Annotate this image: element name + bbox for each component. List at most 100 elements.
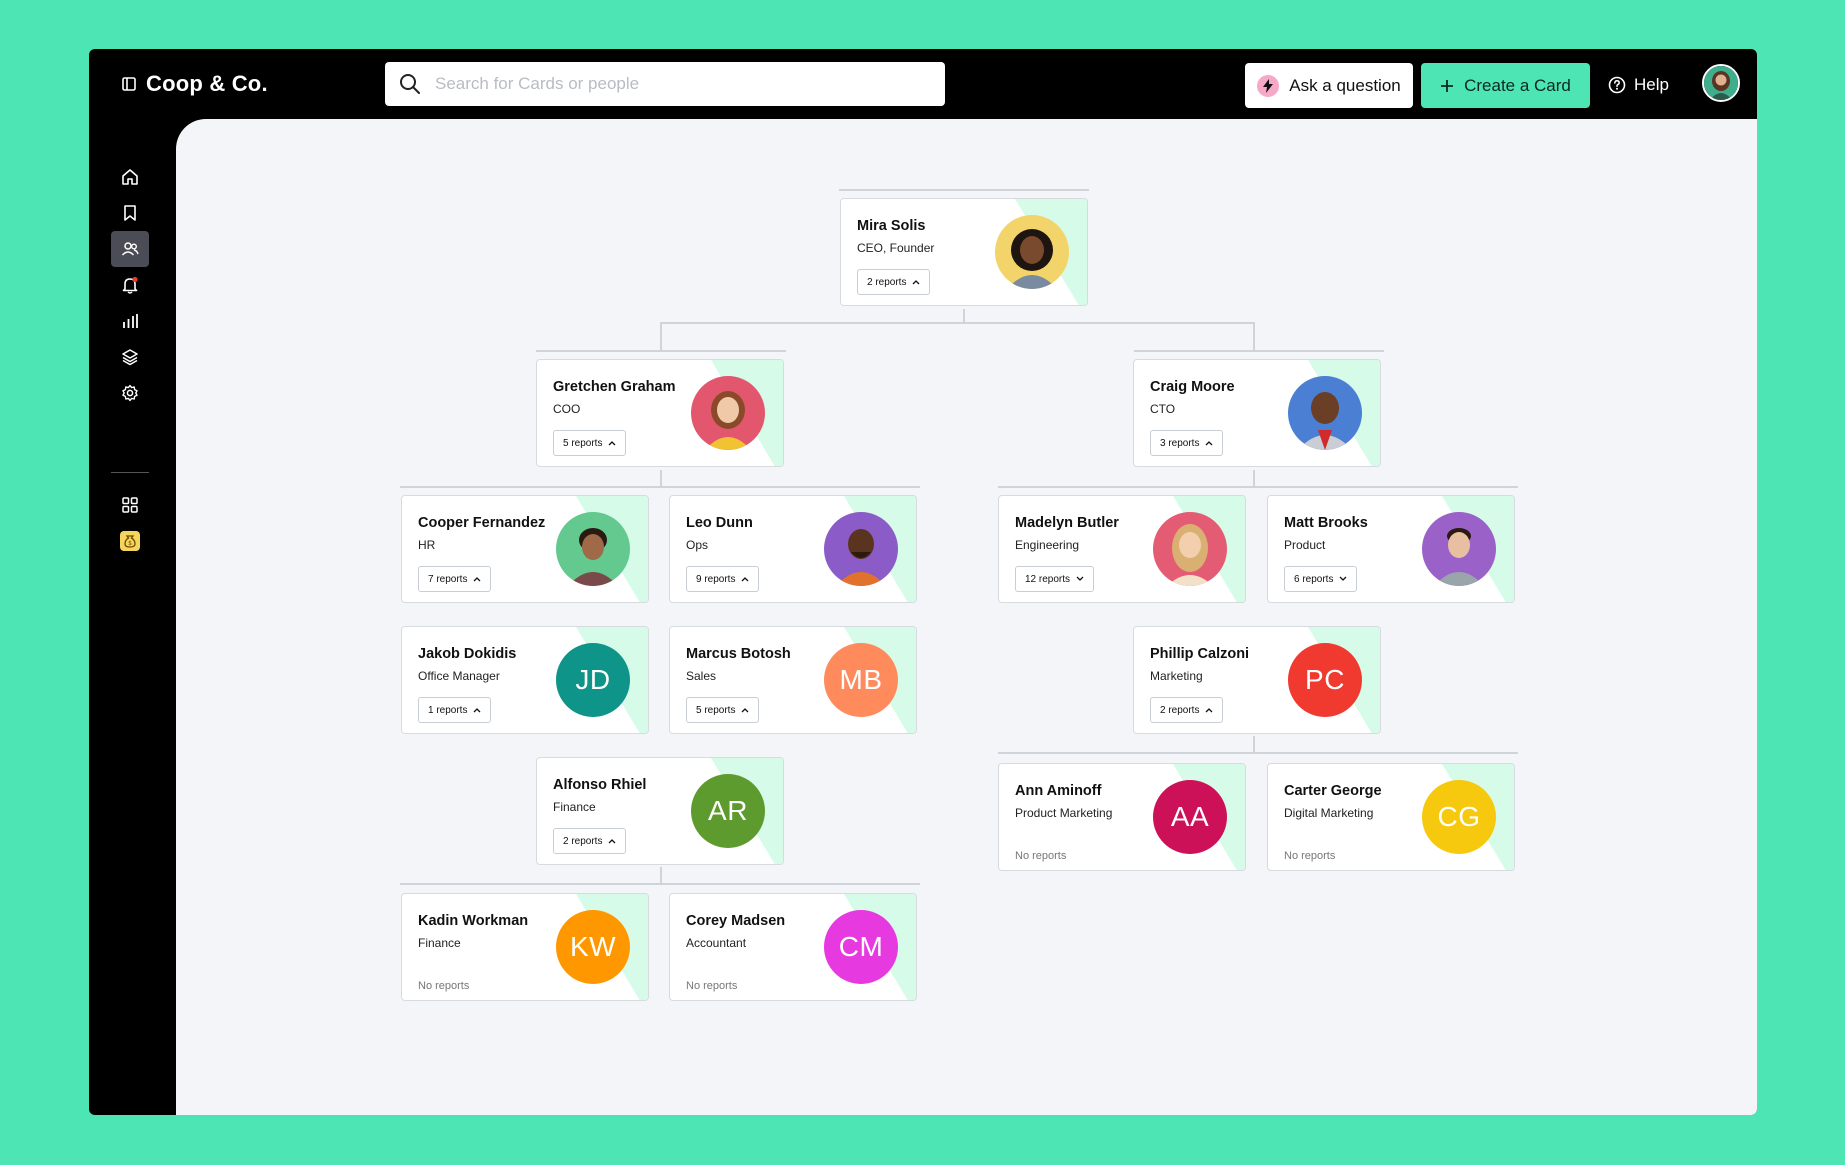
connector-line bbox=[660, 867, 662, 883]
person-name: Cooper Fernandez bbox=[418, 515, 546, 531]
avatar-initials: AR bbox=[691, 774, 765, 848]
avatar-photo bbox=[1422, 512, 1496, 586]
chevron-up-icon bbox=[474, 708, 481, 713]
person-name: Jakob Dokidis bbox=[418, 646, 517, 662]
chevron-up-icon bbox=[913, 280, 920, 285]
chevron-up-icon bbox=[742, 577, 749, 582]
reports-toggle-button[interactable]: 7 reports bbox=[418, 566, 492, 592]
help-circle-icon bbox=[1608, 76, 1626, 94]
sidebar-toggle-icon[interactable] bbox=[122, 77, 136, 91]
person-name: Corey Madsen bbox=[686, 913, 786, 929]
chevron-up-icon bbox=[1206, 441, 1213, 446]
connector-line bbox=[536, 350, 786, 352]
brand-name: Coop & Co. bbox=[146, 71, 268, 96]
reports-toggle-button[interactable]: 5 reports bbox=[553, 430, 627, 456]
person-card-ann-aminoff[interactable]: Ann Aminoff Product Marketing No reports… bbox=[998, 763, 1246, 871]
reports-toggle-button[interactable]: 2 reports bbox=[857, 269, 931, 295]
person-role: Accountant bbox=[686, 936, 747, 950]
people-icon bbox=[121, 242, 139, 256]
person-card-jakob-dokidis[interactable]: Jakob Dokidis Office Manager 1 reports J… bbox=[401, 626, 649, 734]
no-reports-label: No reports bbox=[418, 980, 470, 992]
no-reports-label: No reports bbox=[1284, 850, 1336, 862]
ask-question-label: Ask a question bbox=[1289, 75, 1401, 95]
avatar-photo bbox=[824, 512, 898, 586]
chevron-down-icon bbox=[1340, 576, 1347, 581]
person-name: Alfonso Rhiel bbox=[553, 777, 647, 793]
connector-line bbox=[998, 752, 1518, 754]
bookmark-icon bbox=[124, 205, 136, 221]
sidebar-item-analytics[interactable] bbox=[111, 303, 149, 339]
avatar-photo bbox=[995, 215, 1069, 289]
help-label: Help bbox=[1634, 75, 1669, 94]
person-card-cooper-fernandez[interactable]: Cooper Fernandez HR 7 reports bbox=[401, 495, 649, 603]
person-card-marcus-botosh[interactable]: Marcus Botosh Sales 5 reports MB bbox=[669, 626, 917, 734]
avatar-initials: AA bbox=[1153, 780, 1227, 854]
sidebar-item-notifications[interactable] bbox=[111, 267, 149, 303]
bell-icon bbox=[122, 276, 138, 294]
person-card-madelyn-butler[interactable]: Madelyn Butler Engineering 12 reports bbox=[998, 495, 1246, 603]
person-name: Marcus Botosh bbox=[686, 646, 791, 662]
brand[interactable]: Coop & Co. bbox=[122, 69, 268, 99]
sidebar-item-collections[interactable] bbox=[111, 339, 149, 375]
user-avatar[interactable] bbox=[1702, 64, 1740, 102]
home-icon bbox=[122, 169, 138, 185]
person-card-matt-brooks[interactable]: Matt Brooks Product 6 reports bbox=[1267, 495, 1515, 603]
connector-line bbox=[1253, 736, 1255, 752]
reports-toggle-button[interactable]: 2 reports bbox=[553, 828, 627, 854]
person-card-phillip-calzoni[interactable]: Phillip Calzoni Marketing 2 reports PC bbox=[1133, 626, 1381, 734]
chevron-up-icon bbox=[474, 577, 481, 582]
sidebar-item-home[interactable] bbox=[111, 159, 149, 195]
reports-toggle-button[interactable]: 1 reports bbox=[418, 697, 492, 723]
person-card-alfonso-rhiel[interactable]: Alfonso Rhiel Finance 2 reports AR bbox=[536, 757, 784, 865]
sidebar-item-apps[interactable] bbox=[111, 487, 149, 523]
search-bar[interactable] bbox=[385, 62, 945, 106]
connector-line bbox=[1253, 322, 1255, 350]
sidebar-item-settings[interactable] bbox=[111, 375, 149, 411]
chevron-up-icon bbox=[609, 839, 616, 844]
person-card-carter-george[interactable]: Carter George Digital Marketing No repor… bbox=[1267, 763, 1515, 871]
plus-icon bbox=[1441, 79, 1454, 92]
connector-line bbox=[839, 189, 1089, 191]
avatar-initials: MB bbox=[824, 643, 898, 717]
avatar-initials: CM bbox=[824, 910, 898, 984]
person-card-gretchen-graham[interactable]: Gretchen Graham COO 5 reports bbox=[536, 359, 784, 467]
org-chart-area: Mira Solis CEO, Founder 2 reports Gretch… bbox=[176, 119, 1757, 1115]
connector-line bbox=[660, 470, 662, 486]
chevron-up-icon bbox=[742, 708, 749, 713]
person-name: Ann Aminoff bbox=[1015, 783, 1102, 799]
reports-toggle-button[interactable]: 6 reports bbox=[1284, 566, 1358, 592]
top-bar: Coop & Co. Ask a question Create a Card bbox=[89, 49, 1757, 119]
person-name: Phillip Calzoni bbox=[1150, 646, 1250, 662]
chevron-down-icon bbox=[1076, 576, 1084, 581]
person-card-leo-dunn[interactable]: Leo Dunn Ops 9 reports bbox=[669, 495, 917, 603]
person-role: Finance bbox=[418, 936, 461, 950]
person-card-kadin-workman[interactable]: Kadin Workman Finance No reports KW bbox=[401, 893, 649, 1001]
connector-line bbox=[400, 486, 920, 488]
person-name: Craig Moore bbox=[1150, 379, 1235, 395]
person-role: Marketing bbox=[1150, 669, 1203, 683]
sidebar-item-billing[interactable]: $ bbox=[111, 523, 149, 559]
layers-icon bbox=[122, 349, 138, 366]
svg-text:$: $ bbox=[128, 540, 132, 547]
help-button[interactable]: Help bbox=[1608, 71, 1669, 99]
avatar-initials: PC bbox=[1288, 643, 1362, 717]
sidebar-item-people[interactable] bbox=[111, 231, 149, 267]
search-input[interactable] bbox=[433, 73, 907, 95]
reports-toggle-button[interactable]: 12 reports bbox=[1015, 566, 1095, 592]
reports-toggle-button[interactable]: 2 reports bbox=[1150, 697, 1224, 723]
no-reports-label: No reports bbox=[1015, 850, 1067, 862]
chevron-up-icon bbox=[609, 441, 616, 446]
reports-toggle-button[interactable]: 9 reports bbox=[686, 566, 760, 592]
person-card-corey-madsen[interactable]: Corey Madsen Accountant No reports CM bbox=[669, 893, 917, 1001]
sidebar-item-bookmarks[interactable] bbox=[111, 195, 149, 231]
person-card-mira-solis[interactable]: Mira Solis CEO, Founder 2 reports bbox=[840, 198, 1088, 306]
no-reports-label: No reports bbox=[686, 980, 738, 992]
create-card-button[interactable]: Create a Card bbox=[1421, 63, 1590, 108]
connector-line bbox=[1134, 350, 1384, 352]
search-icon bbox=[400, 74, 420, 94]
lightning-icon bbox=[1257, 74, 1280, 97]
person-card-craig-moore[interactable]: Craig Moore CTO 3 reports bbox=[1133, 359, 1381, 467]
reports-toggle-button[interactable]: 3 reports bbox=[1150, 430, 1224, 456]
ask-question-button[interactable]: Ask a question bbox=[1245, 63, 1413, 108]
reports-toggle-button[interactable]: 5 reports bbox=[686, 697, 760, 723]
